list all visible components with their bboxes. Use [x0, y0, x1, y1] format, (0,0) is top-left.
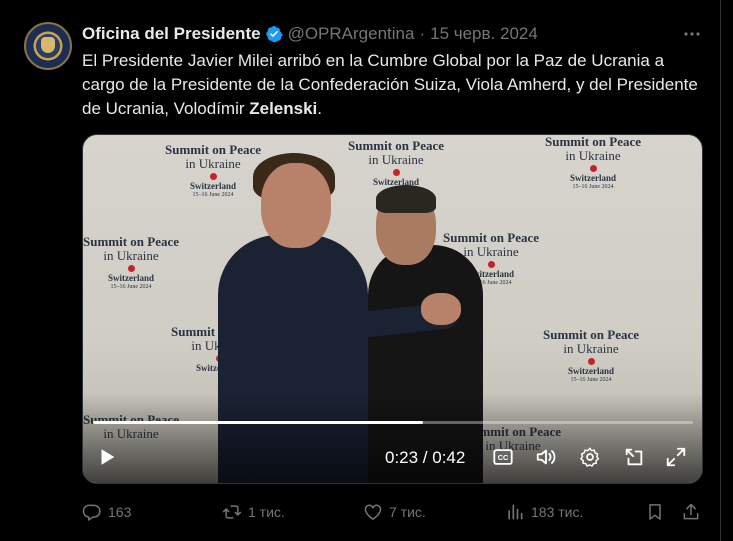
reply-count: 163	[108, 504, 132, 520]
views-button[interactable]: 183 тис.	[505, 500, 583, 524]
author-handle[interactable]: @OPRArgentina	[288, 24, 415, 44]
tweet-text-bold: Zelenski	[249, 99, 318, 118]
person-right-hair	[376, 185, 436, 213]
person-left-head	[261, 163, 331, 248]
bookmark-icon	[649, 504, 661, 520]
tweet-actions: 163 1 тис. 7 тис. 183 тис.	[82, 500, 712, 524]
fullscreen-icon[interactable]	[664, 445, 688, 469]
separator-dot: ·	[419, 24, 426, 43]
video-progress-fill	[93, 421, 423, 424]
verified-badge-icon	[265, 25, 283, 43]
tweet-text-end: .	[317, 99, 323, 118]
avatar[interactable]	[24, 22, 72, 70]
backdrop-logo: Summit on Peace in Ukraine Switzerland 15–…	[543, 327, 640, 383]
video-player[interactable]: Summit on Peace in Ukraine Switzerland 15–…	[82, 134, 703, 484]
video-progress-bar[interactable]	[93, 421, 693, 424]
play-icon[interactable]	[95, 445, 119, 469]
video-controls: 0:23 / 0:42 CC	[83, 435, 702, 479]
repost-icon	[222, 505, 242, 519]
reply-button[interactable]: 163	[82, 500, 131, 524]
tweet-text: El Presidente Javier Milei arribó en la …	[82, 49, 707, 121]
repost-count: 1 тис.	[248, 504, 285, 520]
views-count: 183 тис.	[531, 504, 584, 520]
reply-icon	[82, 504, 101, 521]
like-button[interactable]: 7 тис.	[363, 500, 426, 524]
backdrop-logo: Summit on Peace in Ukraine Switzerland 15–…	[165, 142, 262, 198]
share-button[interactable]	[681, 500, 707, 524]
video-time: 0:23 / 0:42	[385, 448, 466, 467]
volume-icon[interactable]	[534, 445, 558, 469]
views-icon	[508, 504, 523, 520]
author-name[interactable]: Oficina del Presidente	[82, 24, 261, 44]
tweet-text-main: El Presidente Javier Milei arribó en la …	[82, 51, 698, 118]
share-icon	[683, 503, 699, 520]
more-options-icon[interactable]	[682, 24, 702, 44]
svg-text:CC: CC	[498, 453, 509, 462]
like-count: 7 тис.	[389, 504, 426, 520]
captions-icon[interactable]: CC	[491, 445, 515, 469]
picture-in-picture-icon[interactable]	[622, 445, 646, 469]
backdrop-logo: Summit on Peace in Ukraine Switzerland 15–…	[545, 134, 642, 190]
heart-icon	[364, 504, 382, 520]
bookmark-button[interactable]	[645, 500, 671, 524]
repost-button[interactable]: 1 тис.	[222, 500, 285, 524]
tweet-date[interactable]: 15 черв. 2024	[430, 24, 538, 44]
settings-icon[interactable]	[578, 445, 602, 469]
backdrop-logo: Summit on Peace in Ukraine Switzerland 15–…	[83, 234, 180, 290]
tweet-header: Oficina del Presidente @OPRArgentina · 1…	[82, 24, 538, 44]
backdrop-logo: Summit on Peacein Ukraine Switzerland	[348, 138, 445, 188]
person-left-hand	[421, 293, 461, 325]
tweet[interactable]: Oficina del Presidente @OPRArgentina · 1…	[0, 0, 721, 541]
